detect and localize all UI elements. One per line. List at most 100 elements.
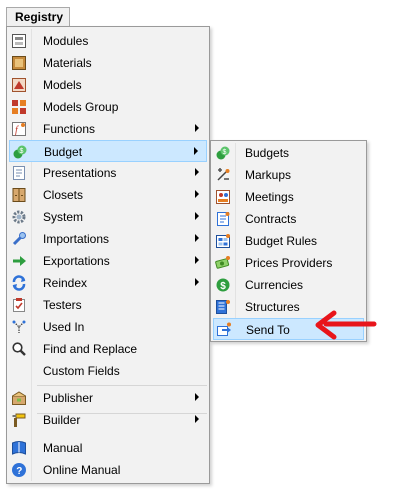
menu-item-label: Modules: [43, 34, 89, 48]
menu-item-find-and-replace[interactable]: Find and Replace: [9, 338, 207, 360]
menu-item-currencies[interactable]: $ Currencies: [213, 274, 364, 296]
submenu-arrow-icon: [195, 393, 199, 401]
menu-item-label: Budget: [44, 145, 83, 159]
svg-text:$: $: [20, 148, 24, 155]
submenu-arrow-icon: [195, 256, 199, 264]
menu-item-reindex[interactable]: Reindex: [9, 272, 207, 294]
menu-item-label: Online Manual: [43, 463, 121, 477]
submenu-arrow-icon: [195, 278, 199, 286]
menu-item-label: Models Group: [43, 100, 119, 114]
reindex-icon: [11, 275, 27, 291]
menu-item-label: Markups: [245, 168, 292, 182]
menu-item-label: Materials: [43, 56, 92, 70]
menu-item-label: System: [43, 210, 84, 224]
submenu-arrow-icon: [195, 190, 199, 198]
materials-icon: [11, 55, 27, 71]
menu-item-budgets[interactable]: $ Budgets: [213, 142, 364, 164]
menu-item-label: Find and Replace: [43, 342, 138, 356]
registry-menu-items: Modules Materials Models Models Group f Funct…: [7, 27, 209, 483]
menu-item-exportations[interactable]: Exportations: [9, 250, 207, 272]
menu-item-custom-fields[interactable]: Custom Fields: [9, 360, 207, 382]
menu-item-label: Closets: [43, 188, 84, 202]
registry-menu-tab[interactable]: Registry: [6, 7, 70, 27]
submenu-arrow-icon: [195, 168, 199, 176]
budgets-icon: $: [215, 145, 231, 161]
magnifier-icon: [11, 341, 27, 357]
menu-item-presentations[interactable]: Presentations: [9, 162, 207, 184]
menu-item-meetings[interactable]: Meetings: [213, 186, 364, 208]
menu-item-label: Custom Fields: [43, 364, 120, 378]
menu-item-budget-rules[interactable]: Budget Rules: [213, 230, 364, 252]
menu-item-label: Testers: [43, 298, 82, 312]
submenu-arrow-icon: [195, 212, 199, 220]
menu-item-markups[interactable]: Markups: [213, 164, 364, 186]
budget-rules-icon: [215, 233, 231, 249]
menu-item-modules[interactable]: Modules: [9, 30, 207, 52]
menu-item-label: Budgets: [245, 146, 290, 160]
budget-icon: $: [12, 144, 28, 160]
registry-menu: Modules Materials Models Models Group f Funct…: [6, 26, 210, 484]
publisher-icon: [11, 390, 27, 406]
structures-icon: [215, 299, 231, 315]
svg-text:$: $: [220, 281, 226, 292]
menu-item-label: Importations: [43, 232, 110, 246]
builder-icon: [11, 412, 27, 428]
menu-item-importations[interactable]: Importations: [9, 228, 207, 250]
menu-item-label: Exportations: [43, 254, 110, 268]
modules-icon: [11, 33, 27, 49]
red-arrow-annotation: [315, 310, 377, 340]
menu-item-label: Structures: [245, 300, 300, 314]
models-icon: [11, 77, 27, 93]
currencies-icon: $: [215, 277, 231, 293]
manual-book-icon: [11, 440, 27, 456]
presentations-icon: [11, 165, 27, 181]
menu-item-models[interactable]: Models: [9, 74, 207, 96]
menu-item-prices-providers[interactable]: Prices Providers: [213, 252, 364, 274]
menu-item-label: Prices Providers: [245, 256, 333, 270]
importations-icon: [11, 231, 27, 247]
menu-item-label: Reindex: [43, 276, 88, 290]
menu-item-manual[interactable]: Manual: [9, 437, 207, 459]
menu-item-label: Models: [43, 78, 82, 92]
menu-item-testers[interactable]: Testers: [9, 294, 207, 316]
menu-separator: [37, 413, 207, 414]
send-to-icon: [216, 322, 232, 338]
submenu-arrow-icon: [195, 415, 199, 423]
prices-providers-icon: [215, 255, 231, 271]
menu-item-label: Budget Rules: [245, 234, 318, 248]
menu-item-publisher[interactable]: Publisher: [9, 387, 207, 409]
menu-item-contracts[interactable]: Contracts: [213, 208, 364, 230]
menu-item-online-manual[interactable]: ? Online Manual: [9, 459, 207, 481]
used-in-icon: [11, 319, 27, 335]
models-group-icon: [11, 99, 27, 115]
menu-item-label: Send To: [246, 323, 290, 337]
menu-item-label: Currencies: [245, 278, 304, 292]
markups-icon: [215, 167, 231, 183]
contracts-icon: [215, 211, 231, 227]
menu-item-materials[interactable]: Materials: [9, 52, 207, 74]
menu-item-label: Functions: [43, 122, 96, 136]
menu-item-used-in[interactable]: Used In: [9, 316, 207, 338]
menu-item-label: Meetings: [245, 190, 294, 204]
svg-text:$: $: [223, 149, 227, 156]
system-gear-icon: [11, 209, 27, 225]
submenu-arrow-icon: [194, 147, 198, 155]
testers-icon: [11, 297, 27, 313]
menu-item-label: Manual: [43, 441, 83, 455]
submenu-arrow-icon: [195, 234, 199, 242]
closets-icon: [11, 187, 27, 203]
menu-item-models-group[interactable]: Models Group: [9, 96, 207, 118]
menu-item-label: Publisher: [43, 391, 94, 405]
meetings-icon: [215, 189, 231, 205]
menu-item-label: Used In: [43, 320, 85, 334]
menu-item-budget[interactable]: $ Budget: [9, 140, 207, 162]
svg-text:?: ?: [16, 466, 22, 477]
menu-item-functions[interactable]: f Functions: [9, 118, 207, 140]
functions-icon: f: [11, 121, 27, 137]
menu-item-system[interactable]: System: [9, 206, 207, 228]
menu-item-label: Contracts: [245, 212, 297, 226]
submenu-arrow-icon: [195, 124, 199, 132]
menu-item-closets[interactable]: Closets: [9, 184, 207, 206]
menu-item-label: Presentations: [43, 166, 117, 180]
menu-separator: [37, 385, 207, 386]
